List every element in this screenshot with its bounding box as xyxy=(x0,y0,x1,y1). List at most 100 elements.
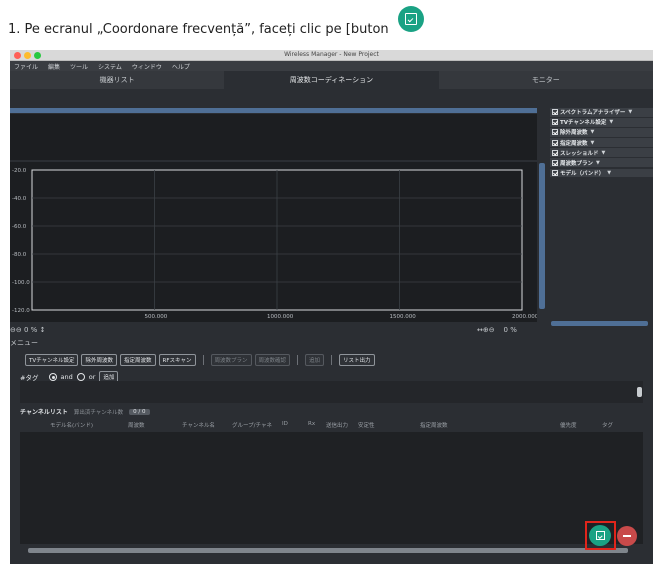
layer-label: 指定周波数 xyxy=(560,140,588,147)
chart-vertical-scrollbar[interactable] xyxy=(539,163,545,309)
and-label: and xyxy=(60,373,73,381)
menu-button-row: TVチャンネル設定 除外周波数 指定周波数 RFスキャン 周波数プラン 周波数確… xyxy=(25,354,375,366)
tab-frequency-coordination[interactable]: 周波数コーディネーション xyxy=(224,71,439,89)
vertical-resize-icon[interactable]: ↕ xyxy=(40,326,46,334)
chevron-down-icon[interactable]: ▼ xyxy=(609,119,613,125)
menu-window[interactable]: ウィンドウ xyxy=(132,62,162,71)
channel-list-subtitle: 算出済チャンネル数 xyxy=(73,409,124,416)
layer-checkbox[interactable] xyxy=(552,159,558,166)
layer-checkbox[interactable] xyxy=(552,149,558,156)
layer-checkbox[interactable] xyxy=(552,109,558,116)
menu-section-title: メニュー xyxy=(10,339,38,347)
spectrum-header-bar xyxy=(10,108,537,113)
column-priority[interactable]: 優先度 xyxy=(560,421,577,429)
column-tx-power[interactable]: 送信出力 xyxy=(326,421,348,429)
zoom-right-value: 0 % xyxy=(503,326,517,334)
menu-help[interactable]: ヘルプ xyxy=(172,62,190,71)
tv-channel-settings-button[interactable]: TVチャンネル設定 xyxy=(25,354,79,366)
excluded-frequency-button[interactable]: 除外周波数 xyxy=(81,354,117,366)
y-tick-label: -40.0 xyxy=(12,196,27,202)
and-radio[interactable] xyxy=(48,373,57,381)
channel-list-body[interactable] xyxy=(20,432,643,544)
tab-monitor[interactable]: モニター xyxy=(439,71,653,89)
edit-check-button[interactable] xyxy=(589,525,611,546)
menu-file[interactable]: ファイル xyxy=(14,62,38,71)
layer-panel-scrollbar[interactable] xyxy=(551,321,648,326)
spectrum-chart[interactable]: -20.0 -40.0 -60.0 -80.0 -100.0 -120.0 500.000 1… xyxy=(10,162,537,322)
window-title: Wireless Manager - New Project xyxy=(284,51,379,58)
column-model[interactable]: モデル名(バンド) xyxy=(50,421,93,429)
menu-edit[interactable]: 編集 xyxy=(48,62,60,71)
channel-list-title: チャンネルリスト xyxy=(20,409,68,416)
layer-item[interactable]: モデル（バンド） ▼ xyxy=(550,168,653,178)
x-tick-label: 500.000 xyxy=(145,314,168,320)
tag-area-scrollbar[interactable] xyxy=(637,387,642,397)
minus-icon xyxy=(623,535,631,537)
title-bar: Wireless Manager - New Project xyxy=(10,50,653,61)
zoom-out-right-icon[interactable]: ⊖ xyxy=(489,326,495,334)
add-button[interactable]: 追加 xyxy=(305,354,325,366)
y-tick-label: -80.0 xyxy=(12,252,27,258)
y-tick-label: -120.0 xyxy=(12,308,30,314)
edit-check-icon xyxy=(398,6,424,32)
chevron-down-icon[interactable]: ▼ xyxy=(591,140,595,146)
frequency-check-button[interactable]: 周波数確認 xyxy=(254,354,291,366)
menu-tools[interactable]: ツール xyxy=(70,62,88,71)
divider xyxy=(297,355,299,365)
menu-bar: ファイル 編集 ツール システム ウィンドウ ヘルプ xyxy=(10,61,653,71)
y-tick-label: -20.0 xyxy=(12,168,27,174)
tab-device-list[interactable]: 機器リスト xyxy=(10,71,224,89)
layer-label: スレッショルド xyxy=(560,150,599,157)
layer-item[interactable]: 周波数プラン ▼ xyxy=(550,158,653,168)
channel-list-hscrollbar[interactable] xyxy=(28,548,628,553)
tag-area[interactable] xyxy=(20,381,643,403)
column-channel-name[interactable]: チャンネル名 xyxy=(182,421,215,429)
y-tick-label: -60.0 xyxy=(12,224,27,230)
layer-item[interactable]: スレッショルド ▼ xyxy=(550,148,653,157)
layer-item[interactable]: TVチャンネル設定 ▼ xyxy=(550,118,653,127)
zoom-in-icon[interactable]: ⊖ xyxy=(16,326,22,334)
channel-list-header: チャンネルリスト 算出済チャンネル数 0 / 0 xyxy=(20,407,150,416)
layer-item[interactable]: スペクトラムアナライザー ▼ xyxy=(550,108,653,117)
or-radio[interactable] xyxy=(76,373,85,381)
channel-list-columns: モデル名(バンド) 周波数 チャンネル名 グループ/チャネ ID Rx 送信出力… xyxy=(20,420,643,430)
zoom-controls-right: ↔⊕⊖ 0 % xyxy=(477,326,517,334)
column-id[interactable]: ID xyxy=(282,421,288,427)
remove-button[interactable] xyxy=(617,526,637,546)
layer-checkbox[interactable] xyxy=(552,169,558,176)
layer-label: 周波数プラン xyxy=(560,160,594,167)
layer-item[interactable]: 指定周波数 ▼ xyxy=(550,138,653,147)
column-stability[interactable]: 安定性 xyxy=(358,421,375,429)
y-tick-label: -100.0 xyxy=(12,280,30,286)
divider xyxy=(331,355,333,365)
frequency-plan-button[interactable]: 周波数プラン xyxy=(210,354,252,366)
list-output-button[interactable]: リスト出力 xyxy=(339,354,375,366)
instruction-text: 1. Pe ecranul „Coordonare frecvență”, fa… xyxy=(8,22,389,37)
column-group[interactable]: グループ/チャネ xyxy=(232,421,272,429)
column-frequency[interactable]: 周波数 xyxy=(128,421,145,429)
chevron-down-icon[interactable]: ▼ xyxy=(607,170,611,176)
divider xyxy=(202,355,204,365)
zoom-left-value: 0 % xyxy=(23,326,38,334)
rf-scan-button[interactable]: RFスキャン xyxy=(158,354,196,366)
spectrum-overview xyxy=(10,114,537,160)
x-tick-label: 2000.000 xyxy=(512,314,537,320)
layer-panel: スペクトラムアナライザー ▼ TVチャンネル設定 ▼ 除外周波数 ▼ 指定周波数 ▼ スレッショ… xyxy=(550,108,653,330)
x-tick-label: 1500.000 xyxy=(390,314,417,320)
layer-checkbox[interactable] xyxy=(552,129,558,136)
column-specified-frequency[interactable]: 指定周波数 xyxy=(420,421,448,429)
column-tag[interactable]: タグ xyxy=(602,421,613,429)
main-tabs: 機器リスト 周波数コーディネーション モニター xyxy=(10,71,653,89)
chevron-down-icon[interactable]: ▼ xyxy=(602,150,606,156)
layer-label: 除外周波数 xyxy=(560,130,588,137)
layer-checkbox[interactable] xyxy=(552,119,558,126)
chevron-down-icon[interactable]: ▼ xyxy=(596,160,600,166)
chevron-down-icon[interactable]: ▼ xyxy=(591,129,595,135)
spectrum-chart-svg: -20.0 -40.0 -60.0 -80.0 -100.0 -120.0 500.000 1… xyxy=(12,168,537,320)
layer-checkbox[interactable] xyxy=(552,139,558,146)
layer-item[interactable]: 除外周波数 ▼ xyxy=(550,128,653,137)
menu-system[interactable]: システム xyxy=(98,62,122,71)
chevron-down-icon[interactable]: ▼ xyxy=(628,109,632,115)
specified-frequency-button[interactable]: 指定周波数 xyxy=(119,354,156,366)
column-rx[interactable]: Rx xyxy=(308,421,315,427)
